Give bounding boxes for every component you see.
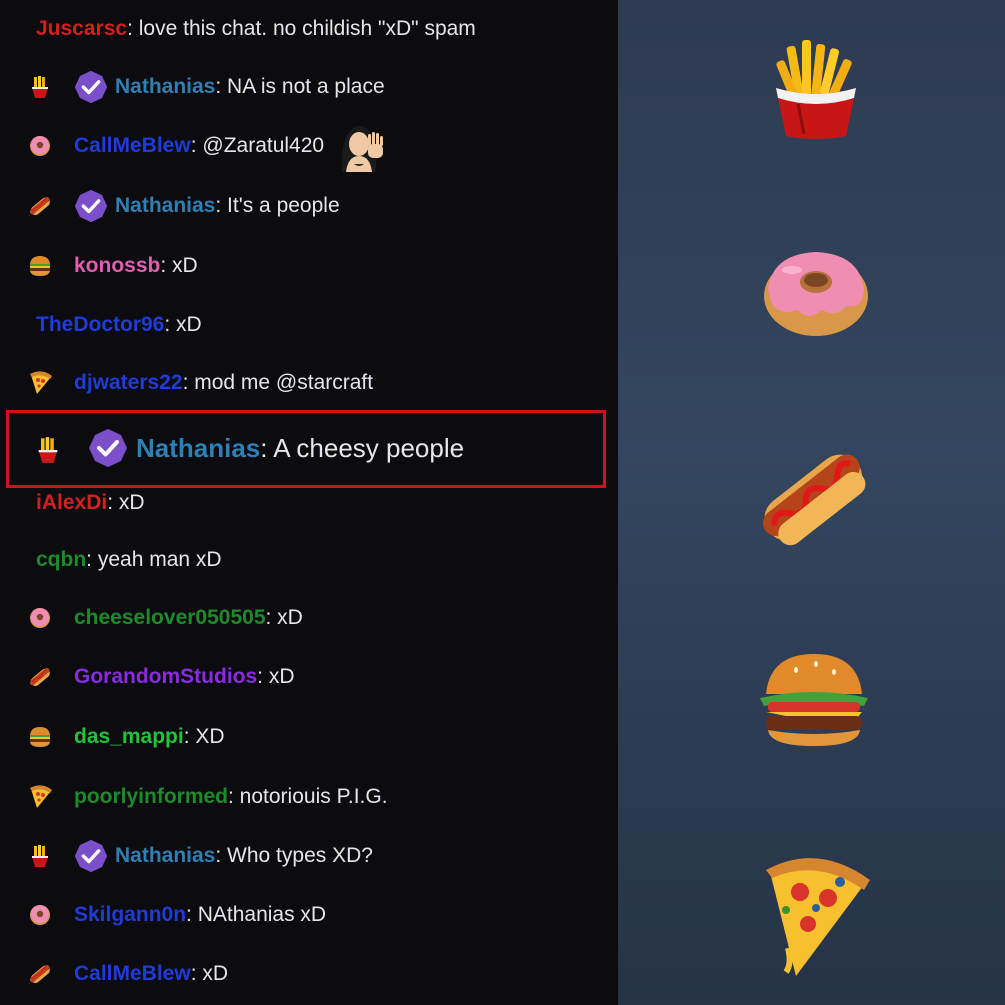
chat-message-text: : xD xyxy=(107,491,145,514)
pizza-icon xyxy=(28,371,52,395)
donut-icon xyxy=(764,252,868,336)
chat-username[interactable]: Nathanias xyxy=(115,844,215,868)
chat-username[interactable]: das_mappi xyxy=(74,725,184,749)
chat-message-text: : It's a people xyxy=(215,194,340,217)
food-badge-panel xyxy=(618,0,1005,1005)
chat-message-text: : mod me @starcraft xyxy=(182,371,374,394)
chat-message-text: : XD xyxy=(183,725,225,748)
fries-icon xyxy=(776,40,856,139)
chat-message: cheeselover050505: xD xyxy=(0,601,618,635)
burger-icon xyxy=(760,654,868,746)
chat-username[interactable]: iAlexDi xyxy=(36,491,107,515)
chat-message-text: : xD xyxy=(190,962,229,985)
chat-username[interactable]: TheDoctor96 xyxy=(36,313,164,337)
highlight-box xyxy=(6,410,606,488)
donut-icon xyxy=(28,606,52,630)
fries-icon xyxy=(28,844,52,868)
chat-message-text: : yeah man xD xyxy=(86,548,222,571)
chat-username[interactable]: djwaters22 xyxy=(74,371,183,395)
chat-message: das_mappi: XD xyxy=(0,720,618,754)
chat-username[interactable]: Nathanias xyxy=(115,75,215,99)
chat-message-text: : Who types XD? xyxy=(215,844,373,867)
hotdog-icon xyxy=(28,194,52,218)
chat-username[interactable]: Nathanias xyxy=(115,194,215,218)
chat-username[interactable]: Juscarsc xyxy=(36,17,127,41)
verified-badge-icon xyxy=(74,189,108,223)
chat-message: Nathanias: NA is not a place xyxy=(0,70,618,104)
fries-icon xyxy=(28,75,52,99)
chat-username[interactable]: CallMeBlew xyxy=(74,134,191,158)
pizza-icon xyxy=(28,785,52,809)
chat-message: TheDoctor96: xD xyxy=(0,308,618,342)
donut-icon xyxy=(28,903,52,927)
chat-username[interactable]: CallMeBlew xyxy=(74,962,191,986)
verified-badge-icon xyxy=(74,839,108,873)
chat-username[interactable]: cheeselover050505 xyxy=(74,606,266,630)
chat-message: Nathanias: Who types XD? xyxy=(0,839,618,873)
chat-message: iAlexDi: xD xyxy=(0,486,618,520)
hotdog-icon xyxy=(28,962,52,986)
chat-message: poorlyinformed: notoriouis P.I.G. xyxy=(0,780,618,814)
chat-username[interactable]: konossb xyxy=(74,254,160,278)
chat-message: CallMeBlew: @Zaratul420 xyxy=(0,126,618,172)
chat-message: Juscarsc: love this chat. no childish "x… xyxy=(0,12,618,46)
chat-message: Nathanias: It's a people xyxy=(0,189,618,223)
burger-icon xyxy=(28,725,52,749)
chat-message: GorandomStudios: xD xyxy=(0,660,618,694)
chat-message-text: : @Zaratul420 xyxy=(190,134,325,157)
chat-message-text: : xD xyxy=(160,254,198,277)
pizza-icon xyxy=(766,858,870,976)
chat-message-text: : notoriouis P.I.G. xyxy=(228,785,388,808)
chat-message: konossb: xD xyxy=(0,249,618,283)
chat-message-text: : xD xyxy=(265,606,303,629)
chat-username[interactable]: GorandomStudios xyxy=(74,665,257,689)
chat-message: Skilgann0n: NAthanias xD xyxy=(0,898,618,932)
chat-message-text: : NA is not a place xyxy=(215,75,385,98)
chat-message-text: : xD xyxy=(164,313,202,336)
chat-username[interactable]: poorlyinformed xyxy=(74,785,228,809)
chat-message-text: : love this chat. no childish "xD" spam xyxy=(127,17,476,40)
verified-badge-icon xyxy=(74,70,108,104)
chat-panel: Juscarsc: love this chat. no childish "x… xyxy=(0,0,618,1005)
chat-message: cqbn: yeah man xD xyxy=(0,543,618,577)
chat-username[interactable]: cqbn xyxy=(36,548,86,572)
chat-message-text: : NAthanias xD xyxy=(186,903,327,926)
chat-message-text: : xD xyxy=(257,665,295,688)
chat-message: CallMeBlew: xD xyxy=(0,957,618,991)
waving-woman-emote xyxy=(334,120,386,172)
chat-message: djwaters22: mod me @starcraft xyxy=(0,366,618,400)
burger-icon xyxy=(28,254,52,278)
donut-icon xyxy=(28,134,52,158)
chat-username[interactable]: Skilgann0n xyxy=(74,903,186,927)
hotdog-icon xyxy=(28,665,52,689)
hotdog-icon xyxy=(762,454,866,546)
